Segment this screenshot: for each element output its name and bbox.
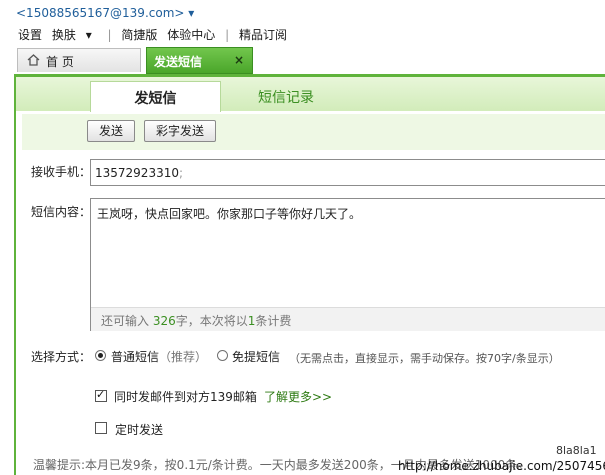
content-value: 王岚呀，快点回家吧。你家那口子等你好几天了。 (97, 207, 362, 221)
subtab-compose[interactable]: 发短信 (90, 81, 221, 112)
phone-label: 接收手机： (31, 165, 92, 179)
counter-middle: 字，本次将以 (175, 314, 248, 328)
menu-simple[interactable]: 简捷版 (121, 28, 157, 42)
char-counter: 还可输入 326字，本次将以1条计费 (91, 307, 605, 331)
counter-suffix: 条计费 (255, 314, 292, 328)
mode-label: 选择方式： (31, 350, 92, 364)
menu-subscribe[interactable]: 精品订阅 (239, 28, 287, 42)
watermark-tag: 8la8la1 (556, 444, 597, 457)
counter-prefix: 还可输入 (101, 314, 150, 328)
sync-mail-checkbox[interactable] (95, 388, 107, 402)
chevron-down-icon: ▾ (85, 28, 92, 42)
sync-mail-label[interactable]: 同时发邮件到对方139邮箱 (114, 388, 257, 405)
home-icon (27, 54, 40, 66)
content-label: 短信内容： (31, 205, 92, 219)
tab-send-sms[interactable]: 发送短信 × (146, 47, 253, 74)
menu-experience[interactable]: 体验中心 (167, 28, 215, 42)
radio-normal-text: 普通短信 (111, 350, 160, 364)
menu-divider: | (107, 28, 112, 42)
watermark-url: http://home.zhubajie.com/2507456/ (398, 459, 605, 473)
radio-flash-sms-label[interactable]: 免提短信 (232, 348, 280, 365)
send-button[interactable]: 发送 (87, 120, 135, 142)
learn-more-link[interactable]: 了解更多>> (264, 388, 332, 405)
menu-settings[interactable]: 设置 (18, 28, 42, 42)
close-icon[interactable]: × (234, 53, 244, 67)
subtab-history[interactable]: 短信记录 (258, 87, 314, 107)
radio-normal-sms-label[interactable]: 普通短信（推荐） (111, 348, 207, 365)
color-send-button[interactable]: 彩字发送 (144, 120, 216, 142)
account-switcher[interactable]: <15088565167@139.com> ▾ (16, 6, 194, 20)
menu-skin-label: 换肤 (51, 28, 76, 42)
flash-sms-note: （无需点击，直接显示，需手动保存。按70字/条显示） (289, 352, 560, 365)
tab-home[interactable]: 首 页 (17, 48, 141, 72)
top-menu: 设置 换肤 ▾ | 简捷版 体验中心 | 精品订阅 (18, 26, 293, 43)
phone-value: 13572923310 (95, 166, 179, 180)
left-panel-strip (0, 74, 16, 475)
subtab-compose-label: 发短信 (134, 91, 177, 107)
radio-flash-sms[interactable] (217, 350, 228, 361)
tab-home-label: 首 页 (46, 55, 74, 69)
chevron-down-icon: ▾ (188, 6, 195, 20)
radio-normal-sms[interactable] (95, 350, 106, 361)
tab-send-sms-label: 发送短信 (154, 55, 203, 69)
menu-divider: | (225, 28, 230, 42)
scheduled-send-checkbox[interactable] (95, 422, 107, 434)
menu-skin[interactable]: 换肤 ▾ (52, 28, 98, 42)
phone-input[interactable]: 13572923310; (90, 159, 605, 186)
account-email: <15088565167@139.com> (16, 6, 185, 20)
scheduled-send-label[interactable]: 定时发送 (115, 421, 163, 438)
radio-normal-note: （推荐） (159, 350, 208, 364)
counter-remaining: 326 (152, 314, 176, 328)
phone-separator: ; (178, 166, 184, 180)
